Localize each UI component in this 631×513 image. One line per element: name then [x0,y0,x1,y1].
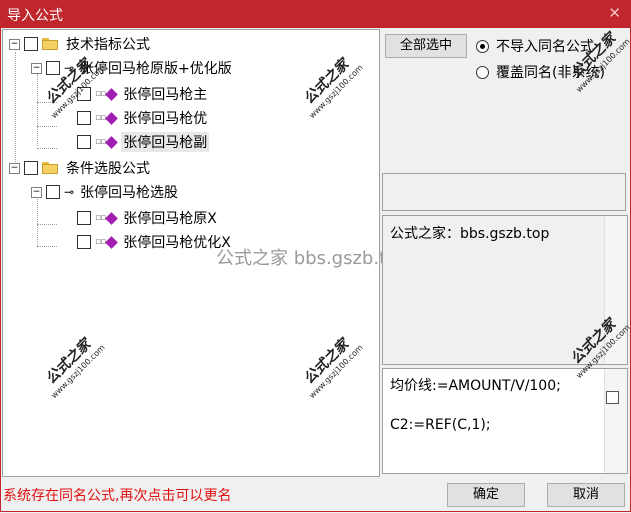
formula-icon: ▫▫ [95,87,119,101]
tree-connector [37,102,57,103]
radio-skip-duplicates[interactable]: 不导入同名公式 [476,36,594,56]
tree-item[interactable]: ▫▫ 张停回马枪主 [77,84,209,104]
formula-icon: ▫▫ [95,235,119,249]
item-checkbox[interactable] [77,111,91,125]
formula-name-box [382,173,626,211]
code-checkbox[interactable] [606,391,619,404]
subgroup-checkbox[interactable] [46,185,60,199]
cancel-button[interactable]: 取消 [547,483,625,507]
key-icon: ⊸ [64,61,75,75]
collapse-toggle[interactable]: − [31,186,42,198]
title-bar: 导入公式 ✕ [0,0,631,28]
radio-label: 覆盖同名(非系统) [496,65,605,81]
formula-tree[interactable]: − 技术指标公式 − ⊸ 张停回马枪原版+优化版 ▫▫ 张停回马枪主 ▫▫ 张停… [2,29,380,477]
formula-icon: ▫▫ [95,135,119,149]
description-box[interactable]: 公式之家：bbs.gszb.top [382,215,628,365]
tree-group-screening[interactable]: − 条件选股公式 [9,158,152,178]
formula-icon: ▫▫ [95,111,119,125]
status-message: 系统存在同名公式,再次点击可以更名 [3,488,232,504]
collapse-toggle[interactable]: − [9,162,20,174]
tree-subgroup[interactable]: − ⊸ 张停回马枪选股 [31,182,180,202]
tree-connector [37,196,38,246]
collapse-toggle[interactable]: − [9,38,20,50]
tree-connector [15,52,16,170]
tree-item[interactable]: ▫▫ 张停回马枪优化X [77,232,233,252]
radio-overwrite[interactable]: 覆盖同名(非系统) [476,62,605,82]
radio-indicator[interactable] [476,39,489,53]
item-label: 张停回马枪优 [123,111,208,127]
subgroup-label: 张停回马枪原版+优化版 [80,61,232,77]
scrollbar[interactable] [604,369,627,473]
group-checkbox[interactable] [24,161,38,175]
tree-group-technical[interactable]: − 技术指标公式 [9,34,152,54]
close-icon[interactable]: ✕ [608,4,621,22]
description-text: 公式之家：bbs.gszb.top [390,226,550,242]
window-title: 导入公式 [7,8,63,24]
item-label: 张停回马枪副 [121,132,210,152]
watermark-stamp: 公式之家 www.gszj100.com [301,336,365,401]
formula-code-box[interactable]: 均价线:=AMOUNT/V/100; C2:=REF(C,1); [382,368,628,474]
item-label: 张停回马枪主 [123,87,208,103]
item-checkbox[interactable] [77,211,91,225]
code-line: 均价线:=AMOUNT/V/100; [390,378,561,394]
select-all-button[interactable]: 全部选中 [385,34,467,58]
item-label: 张停回马枪原X [123,211,217,227]
item-checkbox[interactable] [77,235,91,249]
radio-label: 不导入同名公式 [496,39,594,55]
collapse-toggle[interactable]: − [31,62,42,74]
tree-connector [37,126,57,127]
tree-connector [37,224,57,225]
tree-subgroup[interactable]: − ⊸ 张停回马枪原版+优化版 [31,58,234,78]
group-label: 条件选股公式 [66,161,150,177]
item-checkbox[interactable] [77,87,91,101]
formula-icon: ▫▫ [95,211,119,225]
item-label: 张停回马枪优化X [123,235,231,251]
scrollbar[interactable] [604,216,627,364]
tree-item[interactable]: ▫▫ 张停回马枪优 [77,108,209,128]
tree-item-selected[interactable]: ▫▫ 张停回马枪副 [77,132,210,152]
group-label: 技术指标公式 [66,37,150,53]
code-line: C2:=REF(C,1); [390,417,491,433]
key-icon: ⊸ [64,185,75,199]
watermark-stamp: 公式之家 www.gszj100.com [43,336,107,401]
tree-item[interactable]: ▫▫ 张停回马枪原X [77,208,219,228]
group-checkbox[interactable] [24,37,38,51]
subgroup-label: 张停回马枪选股 [80,185,179,201]
folder-icon [42,162,58,174]
item-checkbox[interactable] [77,135,91,149]
ok-button[interactable]: 确定 [447,483,525,507]
radio-indicator[interactable] [476,65,489,79]
tree-connector [37,74,38,146]
tree-connector [37,148,57,149]
subgroup-checkbox[interactable] [46,61,60,75]
folder-icon [42,38,58,50]
tree-connector [37,246,57,247]
watermark-stamp: 公式之家 www.gszj100.com [301,56,365,121]
